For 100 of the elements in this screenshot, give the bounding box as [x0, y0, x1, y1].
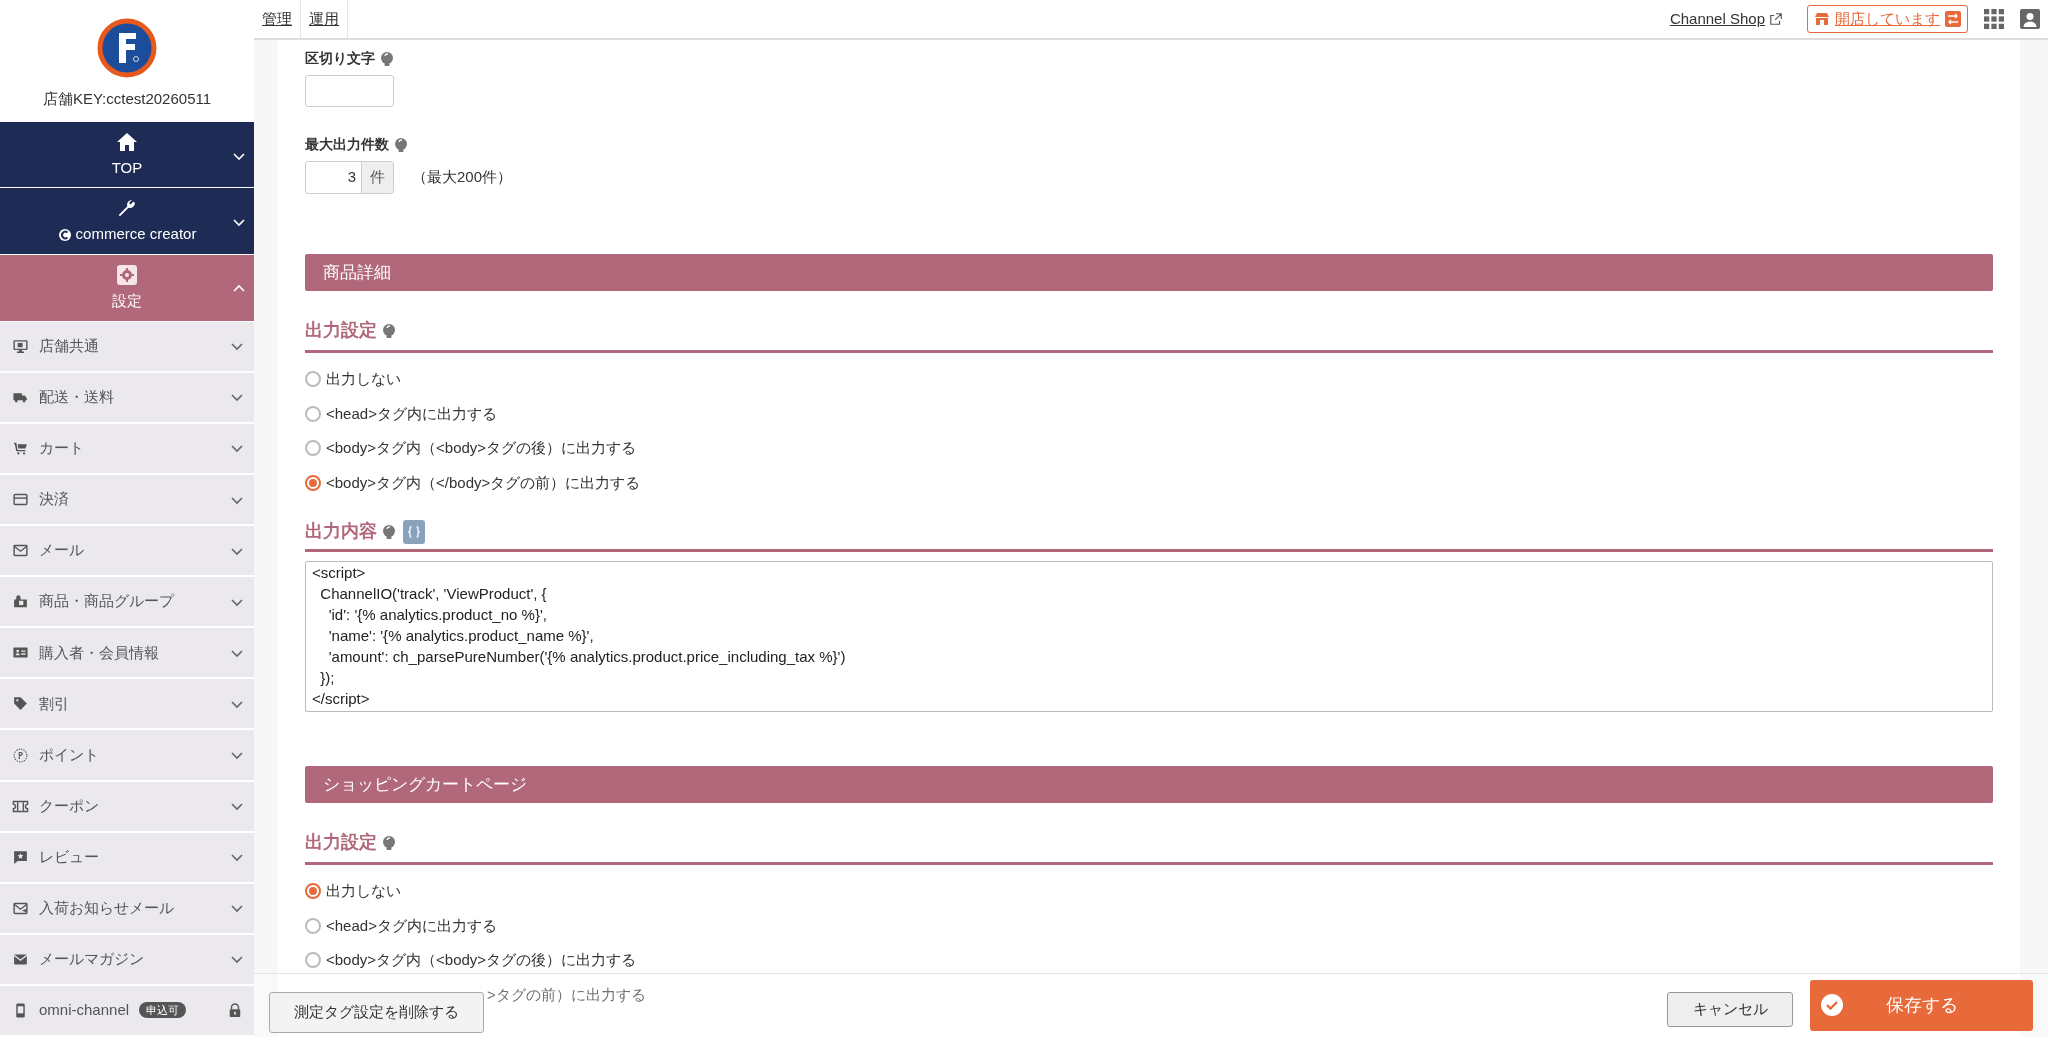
sidebar-item-label: メールマガジン	[39, 949, 144, 970]
store-icon	[1814, 11, 1830, 27]
radio-label: >タグの前）に出力する	[487, 984, 646, 1005]
sidebar-item[interactable]: omni-channel 申込可	[0, 985, 254, 1036]
radio-button[interactable]	[305, 371, 321, 388]
c-logo-icon	[57, 227, 72, 242]
radio-button[interactable]	[305, 952, 321, 969]
sidebar-item-label: メール	[39, 540, 84, 561]
logo	[97, 18, 157, 78]
sidebar-item[interactable]: 入荷お知らせメール	[0, 883, 254, 933]
sidebar-item[interactable]: 店舗共通	[0, 321, 254, 371]
sidebar-item-label: 入荷お知らせメール	[39, 898, 174, 919]
shop-key-text: 店舗KEY:cctest20260511	[42, 89, 212, 109]
sidebar-item-label: 商品・商品グループ	[39, 591, 174, 612]
output-setting-heading: 出力設定	[305, 831, 377, 854]
external-link-icon	[1769, 12, 1783, 26]
number-field[interactable]: 3 件	[305, 161, 394, 194]
sidebar-item-label: レビュー	[39, 846, 99, 867]
radio-label: <body>タグ内（<body>タグの後）に出力する	[326, 950, 637, 970]
field-label: 最大出力件数	[305, 135, 389, 154]
section-header: ショッピングカートページ	[305, 766, 1993, 803]
menu-item[interactable]: TOP	[0, 121, 254, 188]
output-content-heading: 出力内容	[305, 520, 377, 543]
code-field[interactable]	[305, 561, 1993, 712]
sidebar-item[interactable]: 割引	[0, 679, 254, 729]
badge: 申込可	[139, 1002, 187, 1019]
switch-icon	[1945, 11, 1961, 27]
sidebar-item-label: カート	[39, 438, 84, 459]
monitor-icon	[12, 337, 29, 355]
code-line: 'name': '{% analytics.product_name %}',	[327, 626, 595, 646]
radio-label: 出力しない	[326, 881, 401, 901]
coin-icon	[12, 746, 29, 764]
radio-button[interactable]	[305, 405, 321, 422]
sidebar-item-label: 店舗共通	[39, 336, 99, 356]
radio-label: <body>タグ内（</body>タグの前）に出力する	[326, 472, 641, 493]
chevron-down-icon	[230, 749, 244, 761]
menu-label: commerce creator	[75, 224, 197, 245]
user-icon	[2020, 9, 2040, 29]
review-icon	[12, 848, 29, 866]
sidebar-item-label: ポイント	[39, 744, 99, 765]
hint-icon	[381, 322, 397, 339]
apps-grid-icon	[1984, 9, 2004, 29]
sidebar-item-label: 配送・送料	[39, 387, 114, 408]
gear-icon	[115, 263, 139, 288]
code-line: </script>	[312, 689, 371, 709]
nav-tab[interactable]: 運用	[301, 0, 348, 38]
code-line: 'id': '{% analytics.product_no %}',	[327, 605, 548, 625]
sidebar-item[interactable]: ポイント	[0, 730, 254, 780]
chevron-down-icon	[230, 340, 244, 353]
radio-button[interactable]	[305, 440, 321, 457]
menu-item[interactable]: 設定	[0, 255, 254, 321]
variables-button[interactable]	[403, 519, 425, 544]
sidebar-item[interactable]: 商品・商品グループ	[0, 577, 254, 627]
nav-tab[interactable]: 管理	[254, 0, 301, 38]
output-setting-heading: 出力設定	[305, 319, 377, 342]
hint-icon	[379, 50, 395, 67]
sidebar-item-label: 決済	[39, 489, 69, 510]
sidebar-item-label: クーポン	[39, 795, 99, 816]
chevron-down-icon	[230, 391, 244, 404]
sidebar-item[interactable]: カート	[0, 423, 254, 473]
sidebar-item[interactable]: メールマガジン	[0, 934, 254, 984]
radio-label: <body>タグ内（<body>タグの後）に出力する	[326, 438, 637, 458]
chevron-down-icon	[230, 851, 244, 864]
max-count-note: （最大200件）	[412, 167, 513, 188]
sidebar-item-label: 購入者・会員情報	[39, 642, 159, 663]
sidebar-item[interactable]: クーポン	[0, 781, 254, 831]
sidebar-item[interactable]: 購入者・会員情報	[0, 628, 254, 678]
check-icon	[1821, 994, 1843, 1016]
sidebar-item[interactable]: レビュー	[0, 832, 254, 882]
hint-icon	[393, 136, 409, 153]
channel-shop-link[interactable]: Channel Shop	[1669, 7, 1783, 31]
chevron-down-icon	[230, 442, 244, 455]
field-label: 区切り文字	[305, 49, 375, 68]
code-line: <script>	[312, 563, 367, 583]
code-line: });	[319, 668, 336, 688]
radio-button[interactable]	[305, 917, 321, 934]
menu-label: 設定	[112, 291, 142, 312]
sidebar-item[interactable]: 配送・送料	[0, 372, 254, 422]
code-line: 'amount': ch_parsePureNumber('{% analytics.product.price_including_tax %}')	[327, 647, 847, 667]
radio-button[interactable]	[305, 883, 321, 900]
code-line: ChannelIO('track', 'ViewProduct', {	[319, 584, 548, 604]
menu-item[interactable]: commerce creator	[0, 188, 254, 254]
menu-label: TOP	[111, 157, 143, 178]
radio-button[interactable]	[305, 474, 321, 491]
store-status-button[interactable]: 開店しています	[1807, 5, 1968, 33]
chevron-down-icon	[230, 953, 244, 966]
tag-icon	[12, 695, 29, 713]
sidebar-item[interactable]: 決済	[0, 475, 254, 525]
chevron-down-icon	[230, 800, 244, 813]
radio-label: <head>タグ内に出力する	[326, 915, 497, 936]
sidebar-item-label: omni-channel	[39, 1000, 130, 1021]
hint-icon	[381, 523, 397, 540]
radio-label: 出力しない	[326, 369, 401, 389]
chevron-down-icon	[230, 902, 244, 915]
hint-icon	[381, 834, 397, 851]
delimiter-field[interactable]	[305, 75, 394, 107]
chevron-down-icon	[232, 216, 246, 229]
braces-icon	[407, 523, 421, 540]
radio-label: <head>タグ内に出力する	[326, 403, 497, 424]
sidebar-item[interactable]: メール	[0, 526, 254, 576]
